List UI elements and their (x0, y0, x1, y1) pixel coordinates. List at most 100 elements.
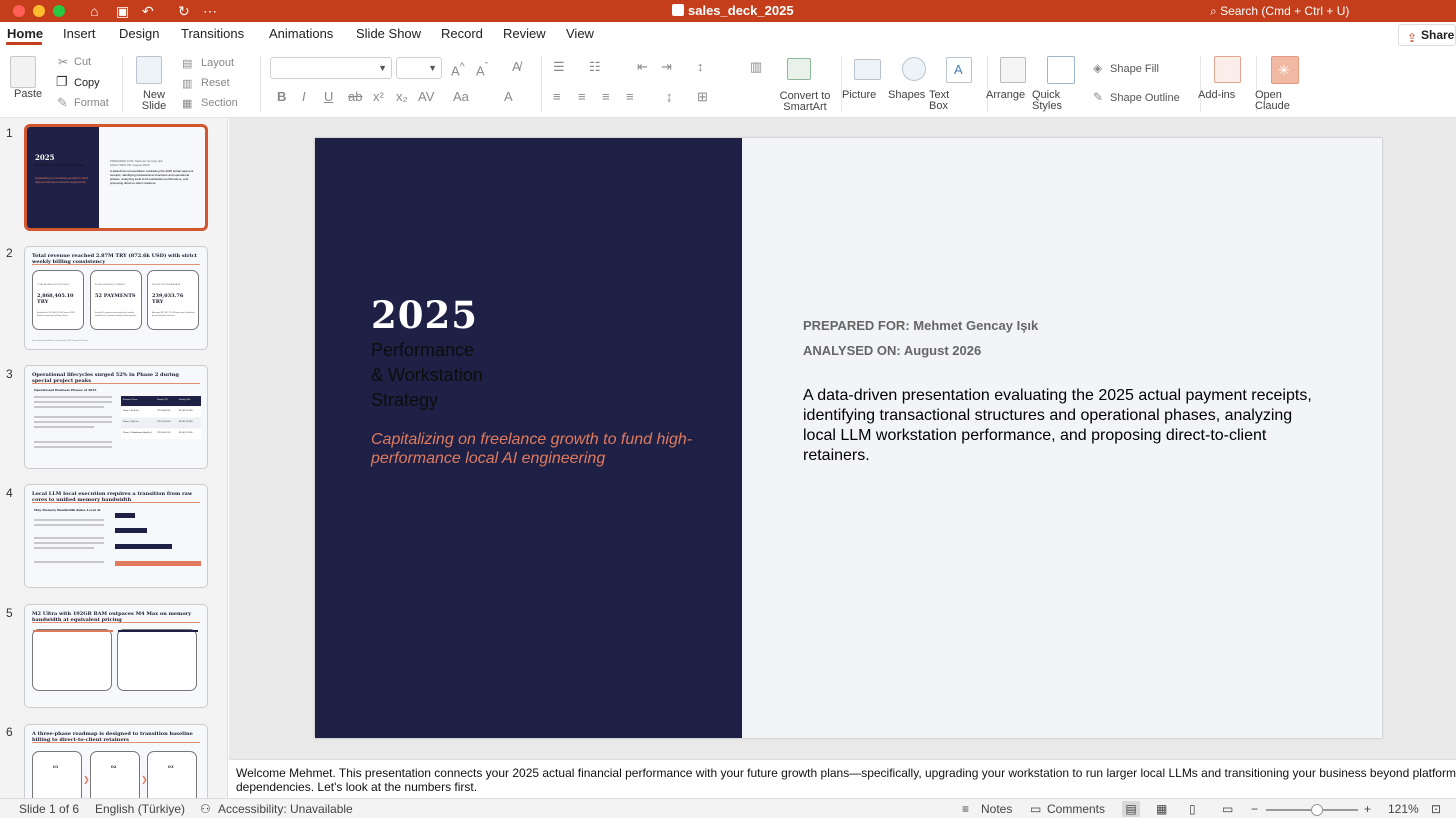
font-family-select[interactable]: ▼ (270, 57, 392, 79)
picture-button[interactable]: Picture (842, 89, 876, 101)
tab-slide-show[interactable]: Slide Show (356, 26, 421, 42)
zoom-window-button[interactable] (53, 5, 65, 17)
slide-subtitle[interactable]: Performance & Workstation Strategy (371, 338, 571, 413)
picture-icon[interactable] (854, 59, 881, 80)
slide-sorter-icon[interactable]: ▦ (1156, 799, 1167, 819)
slide-thumbnail-4[interactable]: Local LLM local execution requires a tra… (24, 484, 208, 588)
notes-button[interactable]: Notes (981, 799, 1012, 819)
arrange-icon[interactable] (1000, 57, 1026, 83)
save-icon[interactable]: ▣ (116, 2, 129, 20)
paste-icon[interactable] (10, 56, 36, 88)
shape-fill-button[interactable]: Shape Fill (1110, 62, 1159, 76)
slide-thumbnail-5[interactable]: M2 Ultra with 192GB RAM outpaces M4 Max … (24, 604, 208, 708)
slideshow-view-icon[interactable]: ▭ (1222, 799, 1233, 819)
share-button[interactable]: ⇪ Share (1398, 24, 1456, 46)
convert-smartart-label-2[interactable]: SmartArt (770, 101, 840, 113)
undo-icon[interactable]: ↶ (142, 2, 154, 20)
slide-year[interactable]: 2025 (371, 293, 478, 337)
zoom-slider-thumb[interactable] (1310, 804, 1323, 816)
current-slide[interactable]: 2025 Performance & Workstation Strategy … (315, 138, 1382, 738)
copy-button[interactable]: Copy (74, 76, 100, 90)
smartart-icon[interactable] (787, 58, 811, 80)
reading-view-icon[interactable]: ▯ (1189, 799, 1196, 819)
font-color-icon[interactable]: A (504, 90, 513, 104)
open-claude-label-2[interactable]: Claude (1255, 100, 1290, 112)
tab-home[interactable]: Home (7, 26, 43, 42)
text-direction-icon[interactable]: ↨ (666, 90, 673, 104)
tab-insert[interactable]: Insert (63, 26, 96, 42)
format-painter-button[interactable]: Format (74, 96, 109, 110)
add-ins-button[interactable]: Add-ins (1198, 89, 1235, 101)
quick-styles-label-2[interactable]: Styles (1032, 100, 1062, 112)
minimize-window-button[interactable] (33, 5, 45, 17)
numbering-icon[interactable]: ☷ (589, 60, 601, 74)
home-icon[interactable]: ⌂ (90, 2, 98, 20)
strikethrough-icon[interactable]: ab (348, 90, 362, 104)
align-center-icon[interactable]: ≡ (578, 90, 586, 104)
slide-prepared-for[interactable]: PREPARED FOR: Mehmet Gencay Işık (803, 318, 1038, 333)
columns-icon[interactable]: ▥ (750, 60, 762, 74)
char-spacing-icon[interactable]: AV (418, 90, 434, 104)
italic-icon[interactable]: I (302, 90, 306, 104)
tab-review[interactable]: Review (503, 26, 546, 42)
new-slide-icon[interactable] (136, 56, 162, 84)
close-window-button[interactable] (13, 5, 25, 17)
font-size-select[interactable]: ▼ (396, 57, 442, 79)
tab-design[interactable]: Design (119, 26, 159, 42)
slide-tagline[interactable]: Capitalizing on freelance growth to fund… (371, 430, 701, 468)
justify-icon[interactable]: ≡ (626, 90, 634, 104)
normal-view-icon[interactable]: ▤ (1122, 801, 1140, 817)
text-box-icon[interactable]: A (946, 57, 972, 83)
change-case-icon[interactable]: Aa (453, 90, 469, 104)
add-ins-icon[interactable] (1214, 56, 1241, 83)
tab-animations[interactable]: Animations (269, 26, 333, 42)
cut-button[interactable]: Cut (74, 55, 91, 69)
arrange-button[interactable]: Arrange (986, 89, 1025, 101)
paste-button[interactable]: Paste (14, 88, 42, 100)
language-indicator[interactable]: English (Türkiye) (95, 799, 185, 819)
bullets-icon[interactable]: ☰ (553, 60, 565, 74)
zoom-in-icon[interactable]: + (1364, 799, 1371, 819)
reset-button[interactable]: Reset (201, 76, 230, 90)
decrease-indent-icon[interactable]: ⇤ (637, 60, 648, 74)
subscript-icon[interactable]: x₂ (396, 90, 408, 104)
slide-analysed-on[interactable]: ANALYSED ON: August 2026 (803, 343, 981, 358)
tab-transitions[interactable]: Transitions (181, 26, 244, 42)
shapes-button[interactable]: Shapes (888, 89, 925, 101)
zoom-out-icon[interactable]: − (1251, 799, 1258, 819)
underline-icon[interactable]: U (324, 90, 333, 104)
redo-icon[interactable]: ↻ (178, 2, 190, 20)
comments-button[interactable]: Comments (1047, 799, 1105, 819)
shapes-icon[interactable] (902, 57, 926, 81)
align-right-icon[interactable]: ≡ (602, 90, 610, 104)
tab-record[interactable]: Record (441, 26, 483, 42)
slide-thumbnail-pane[interactable]: 1 2025 Performance & Workstation Strateg… (0, 118, 228, 798)
speaker-notes[interactable]: Welcome Mehmet. This presentation connec… (229, 759, 1456, 798)
bold-icon[interactable]: B (277, 90, 286, 104)
slide-thumbnail-1[interactable]: 2025 Performance & Workstation Strategy … (24, 124, 208, 231)
text-box-label-2[interactable]: Box (929, 100, 948, 112)
slide-thumbnail-3[interactable]: Operational lifecycles surged 52% in Pha… (24, 365, 208, 469)
section-button[interactable]: Section (201, 96, 238, 110)
slide-description[interactable]: A data-driven presentation evaluating th… (803, 386, 1323, 466)
superscript-icon[interactable]: x² (373, 90, 384, 104)
increase-indent-icon[interactable]: ⇥ (661, 60, 672, 74)
more-icon[interactable]: ⋯ (203, 2, 217, 20)
zoom-slider-track[interactable] (1266, 804, 1358, 816)
new-slide-label-2[interactable]: Slide (119, 100, 189, 112)
zoom-level[interactable]: 121% (1388, 799, 1419, 819)
fit-slide-icon[interactable]: ⊡ (1431, 799, 1441, 819)
accessibility-status[interactable]: Accessibility: Unavailable (218, 799, 353, 819)
search-box[interactable]: ⌕ Search (Cmd + Ctrl + U) (1210, 3, 1349, 19)
tab-view[interactable]: View (566, 26, 594, 42)
line-spacing-icon[interactable]: ↕ (697, 60, 704, 74)
clear-format-icon[interactable]: A̸ (512, 60, 521, 74)
align-left-icon[interactable]: ≡ (553, 90, 561, 104)
slide-thumbnail-2[interactable]: Total revenue reached 2.87M TRY (872.6k … (24, 246, 208, 350)
layout-button[interactable]: Layout (201, 56, 234, 70)
slide-thumbnail-6[interactable]: A three-phase roadmap is designed to tra… (24, 724, 208, 798)
shape-outline-button[interactable]: Shape Outline (1110, 91, 1180, 105)
align-text-icon[interactable]: ⊞ (697, 90, 708, 104)
increase-font-icon[interactable]: A^ (451, 60, 465, 78)
decrease-font-icon[interactable]: Aˇ (476, 60, 488, 78)
